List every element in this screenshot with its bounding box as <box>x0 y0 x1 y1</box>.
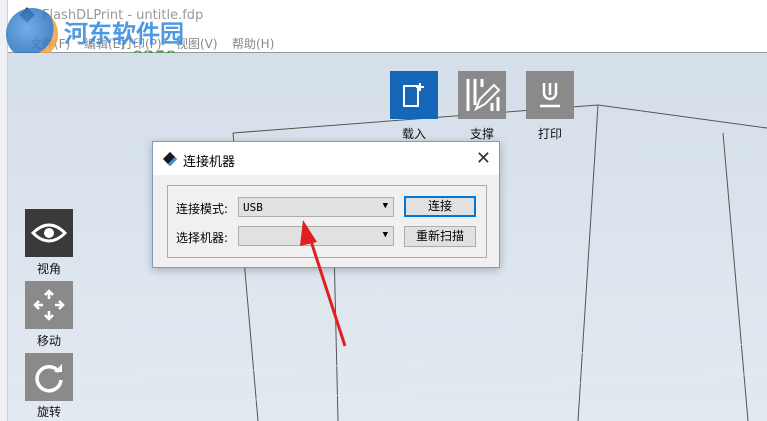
mode-select[interactable]: USB ▼ <box>238 197 394 217</box>
watermark-name: 河东软件园 <box>64 20 184 48</box>
mode-value: USB <box>243 201 263 214</box>
machine-label: 选择机器: <box>176 231 229 245</box>
print-button[interactable] <box>526 71 574 119</box>
connect-button[interactable]: 连接 <box>404 196 476 217</box>
machine-select[interactable]: ▼ <box>238 226 394 246</box>
rotate-button[interactable] <box>25 353 73 401</box>
rescan-button[interactable]: 重新扫描 <box>404 226 476 247</box>
load-button[interactable] <box>390 71 438 119</box>
file-add-icon <box>403 83 424 107</box>
view-angle-button[interactable] <box>25 209 73 257</box>
support-button[interactable] <box>458 71 506 119</box>
move-label: 移动 <box>36 334 61 348</box>
connection-group: 连接模式: USB ▼ 连接 选择机器: ▼ 重新扫描 <box>167 185 487 258</box>
mode-label: 连接模式: <box>176 202 229 216</box>
print-download-icon <box>540 83 560 108</box>
chevron-down-icon: ▼ <box>382 230 388 240</box>
move-button[interactable] <box>25 281 73 329</box>
dialog-title: 连接机器 <box>183 155 236 170</box>
connect-machine-dialog: 连接机器 ✕ 连接模式: USB ▼ 连接 选择机器: ▼ 重新扫描 <box>152 141 500 268</box>
print-label: 打印 <box>537 127 562 141</box>
load-label: 载入 <box>401 127 426 141</box>
view-angle-label: 视角 <box>36 262 61 276</box>
rotate-label: 旋转 <box>36 405 61 419</box>
eye-icon <box>31 223 67 243</box>
close-icon[interactable]: ✕ <box>476 148 491 169</box>
dialog-logo-icon <box>162 151 178 167</box>
rotate-icon <box>35 364 63 393</box>
move-arrows-icon <box>33 289 65 321</box>
support-pencil-icon <box>466 79 501 112</box>
menu-help[interactable]: 帮助(H) <box>232 35 274 52</box>
chevron-down-icon: ▼ <box>382 201 388 211</box>
dialog-title-bar: 连接机器 ✕ <box>153 142 499 175</box>
support-label: 支撑 <box>469 127 494 141</box>
